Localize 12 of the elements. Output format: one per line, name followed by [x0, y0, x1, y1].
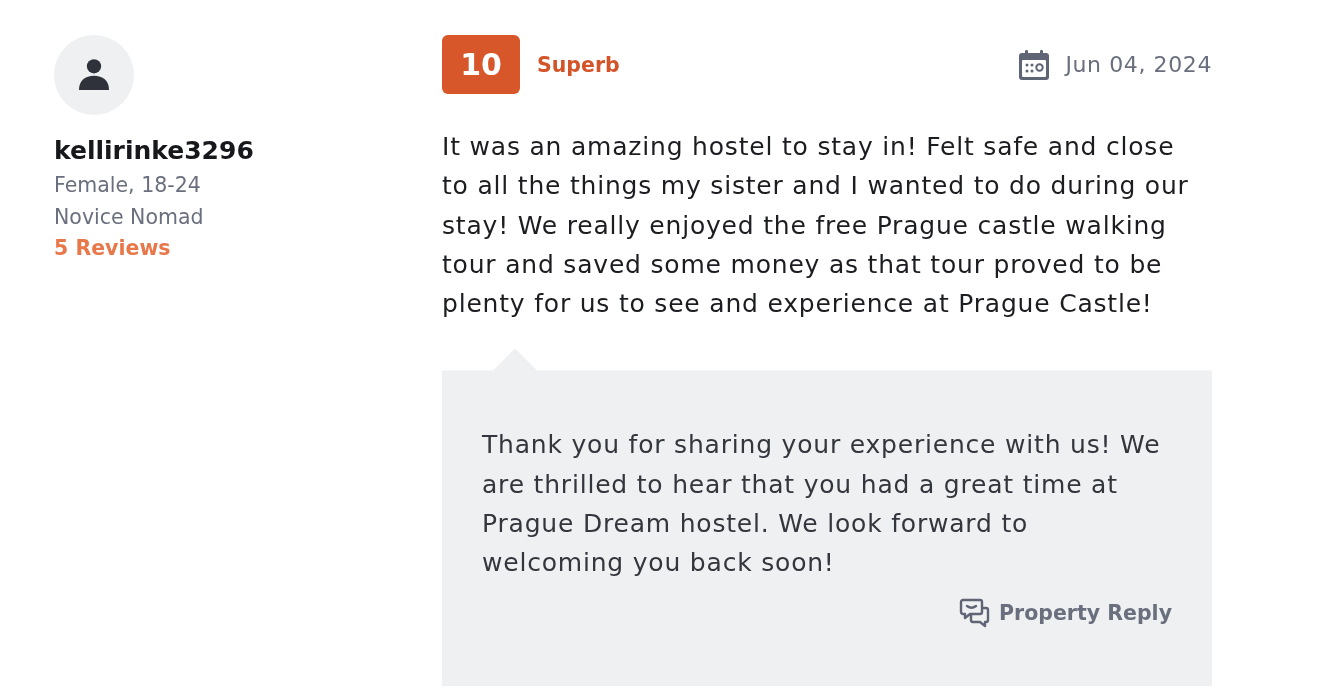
username: kellirinke3296: [54, 135, 254, 167]
score-badge: 10: [442, 35, 520, 94]
review-count-link[interactable]: 5 Reviews: [54, 233, 171, 265]
calendar-icon: [1017, 47, 1052, 82]
reply-text: Thank you for sharing your experience with us! We are thrilled to hear that you had a great time at Prague Dream hostel. We look forward to welcoming you back soon!: [482, 429, 1162, 580]
review-text: It was an amazing hostel to stay in! Felt safe and close to all the things my sister and I wanted to do during our stay! We really enjoyed the free Prague castle walking tour and saved some money as that tour proved to be plenty for us to see and experience at Prague Castle!: [442, 131, 1190, 321]
rating-label: Superb: [537, 52, 620, 77]
reviewer-detail: Female, 18-24: [54, 172, 201, 199]
reviewer-detail: Novice Nomad: [54, 203, 204, 231]
review-date: Jun 04, 2024: [1065, 52, 1212, 77]
reply-label: Property Reply: [999, 600, 1172, 625]
chat-bubbles-icon: [959, 596, 992, 629]
